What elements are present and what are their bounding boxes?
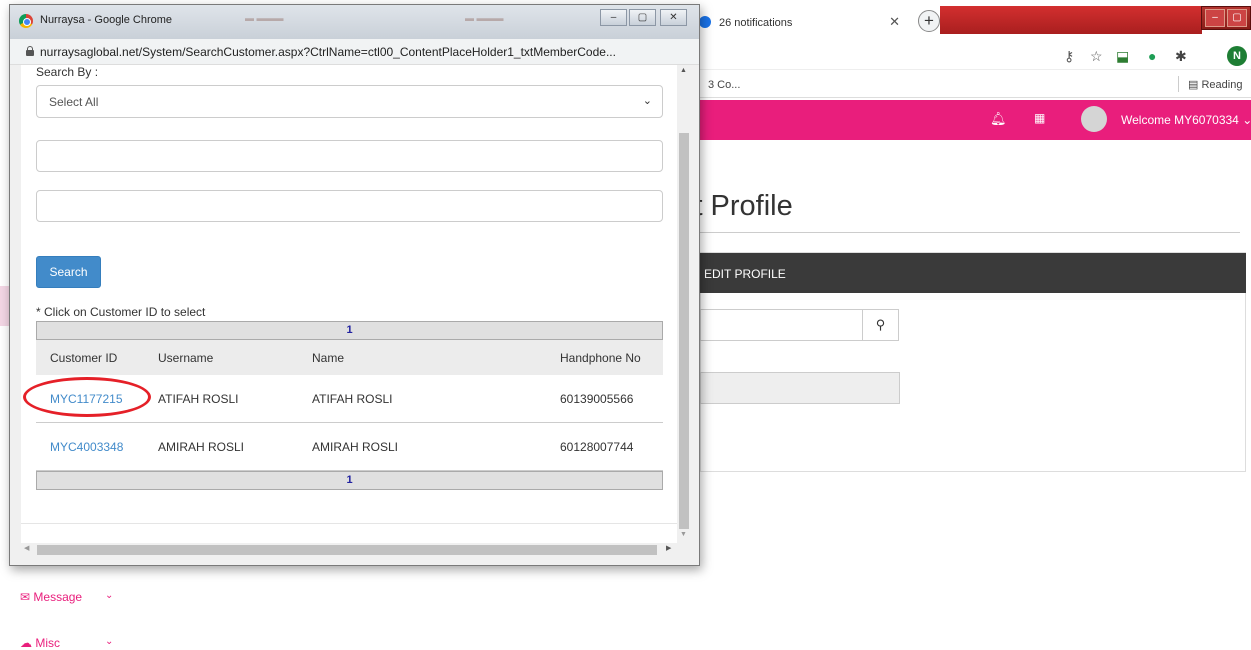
faded-tab-icon: ▬ ▬▬▬: [465, 13, 504, 23]
member-code-input[interactable]: [700, 309, 862, 341]
envelope-icon: ✉: [20, 590, 31, 604]
key-icon[interactable]: ⚷: [1064, 48, 1074, 65]
grammarly-icon[interactable]: ●: [1148, 48, 1156, 64]
search-by-value: Select All: [49, 95, 99, 109]
vertical-scrollbar[interactable]: ▲ ▼: [677, 65, 691, 543]
select-hint: * Click on Customer ID to select: [36, 305, 206, 319]
sidebar-item-label: Misc: [35, 636, 61, 650]
page-link[interactable]: 1: [346, 324, 352, 336]
reading-list-button[interactable]: ▤ Reading: [1188, 78, 1242, 91]
window-titlebar: [940, 6, 1202, 34]
close-icon[interactable]: ✕: [660, 9, 687, 26]
new-tab-button[interactable]: +: [918, 10, 940, 32]
star-icon[interactable]: ☆: [1090, 48, 1103, 65]
close-tab-icon[interactable]: ✕: [889, 14, 900, 30]
table-header: Customer ID Username Name Handphone No: [36, 340, 663, 375]
phone-cell: 60139005566: [560, 391, 634, 406]
name-cell: AMIRAH ROSLI: [312, 439, 399, 454]
search-button[interactable]: Search: [36, 256, 101, 288]
popup-content: Search By : Select All ⌄ Search * Click …: [21, 65, 677, 543]
profile-avatar[interactable]: N: [1227, 46, 1247, 66]
username-cell: AMIRAH ROSLI: [158, 439, 245, 454]
minimize-icon[interactable]: –: [1205, 9, 1225, 27]
table-row: MYC4003348 AMIRAH ROSLI AMIRAH ROSLI 601…: [36, 423, 663, 471]
browser-toolbar: [700, 40, 1251, 70]
popup-window-title: Nurraysa - Google Chrome: [40, 14, 173, 26]
tab-notifications[interactable]: 26 notifications ✕: [695, 6, 910, 40]
welcome-label: Welcome MY6070334: [1121, 113, 1239, 127]
scrollbar-thumb[interactable]: [679, 133, 689, 529]
readonly-field: [700, 372, 900, 404]
chevron-down-icon: ⌄: [642, 95, 652, 107]
chevron-down-icon: ⌄: [1242, 113, 1251, 127]
scroll-right-icon[interactable]: ▶: [666, 544, 671, 552]
user-avatar[interactable]: [1081, 106, 1107, 132]
scroll-up-icon[interactable]: ▲: [680, 67, 687, 74]
bookmark-divider: [1178, 76, 1179, 92]
search-secondary-input[interactable]: [36, 190, 663, 222]
title-divider: [700, 232, 1240, 233]
maximize-icon[interactable]: ▢: [1227, 9, 1247, 27]
scroll-down-icon[interactable]: ▼: [680, 531, 687, 538]
customer-id-link[interactable]: MYC4003348: [50, 423, 123, 470]
scrollbar-thumb[interactable]: [37, 545, 657, 555]
phone-cell: 60128007744: [560, 439, 634, 454]
sidebar-item-misc[interactable]: ☁ Misc ⌄: [20, 636, 113, 650]
popup-titlebar[interactable]: Nurraysa - Google Chrome ▬ ▬▬▬ ▬ ▬▬▬ – ▢…: [10, 5, 699, 39]
language-icon[interactable]: ▦: [1034, 111, 1045, 125]
pager-top: 1: [36, 321, 663, 340]
page-link[interactable]: 1: [346, 474, 352, 486]
popup-window-controls: – ▢ ✕: [600, 9, 695, 27]
sidebar-item-label: Message: [33, 590, 83, 604]
window-controls: – ▢: [1201, 6, 1251, 30]
welcome-menu[interactable]: Welcome MY6070334 ⌄: [1121, 113, 1251, 127]
horizontal-scrollbar[interactable]: ◀ ▶: [21, 543, 677, 557]
faded-tab-icon: ▬ ▬▬▬: [245, 13, 284, 23]
column-header: Name: [312, 350, 345, 365]
bell-icon[interactable]: 🔔︎: [990, 111, 1007, 127]
chevron-down-icon: ⌄: [105, 636, 114, 647]
name-cell: ATIFAH ROSLI: [312, 391, 393, 406]
popup-url: nurraysaglobal.net/System/SearchCustomer…: [40, 45, 616, 59]
content-divider: [21, 523, 677, 524]
reading-list-label: Reading: [1201, 79, 1243, 91]
highlight-annotation: [23, 377, 151, 417]
page-title: it Profile: [688, 190, 793, 222]
bookmarks-bar: 3 Co...: [700, 72, 1251, 98]
chevron-down-icon: ⌄: [105, 590, 114, 601]
search-keyword-input[interactable]: [36, 140, 663, 172]
cloud-icon: ☁: [20, 636, 32, 650]
extension-inbox-icon[interactable]: ⬓: [1116, 48, 1129, 65]
customer-search-popup: Nurraysa - Google Chrome ▬ ▬▬▬ ▬ ▬▬▬ – ▢…: [9, 4, 700, 566]
sidebar-item-message[interactable]: ✉ Message ⌄: [20, 590, 113, 604]
search-by-label: Search By :: [36, 65, 99, 79]
reading-list-icon: ▤: [1188, 79, 1199, 91]
panel-heading-label: EDIT PROFILE: [704, 267, 786, 281]
column-header: Customer ID: [50, 350, 118, 365]
maximize-icon[interactable]: ▢: [629, 9, 656, 26]
column-header: Username: [158, 350, 214, 365]
column-header: Handphone No: [560, 350, 641, 365]
notifications-favicon-icon: [699, 16, 711, 28]
popup-address-bar[interactable]: nurraysaglobal.net/System/SearchCustomer…: [10, 39, 699, 65]
username-cell: ATIFAH ROSLI: [158, 391, 239, 406]
search-icon: ⚲: [875, 317, 886, 332]
tab-label: 26 notifications: [719, 17, 793, 29]
scroll-left-icon[interactable]: ◀: [24, 544, 29, 552]
pager-bottom: 1: [36, 471, 663, 490]
panel-heading: EDIT PROFILE: [700, 253, 1246, 293]
chrome-icon: [19, 14, 33, 28]
search-by-select[interactable]: Select All ⌄: [36, 85, 663, 118]
member-search-button[interactable]: ⚲: [862, 309, 899, 341]
bookmark-item[interactable]: 3 Co...: [708, 79, 740, 91]
puzzle-icon[interactable]: ✱: [1175, 48, 1187, 65]
minimize-icon[interactable]: –: [600, 9, 627, 26]
lock-icon: [26, 46, 34, 56]
